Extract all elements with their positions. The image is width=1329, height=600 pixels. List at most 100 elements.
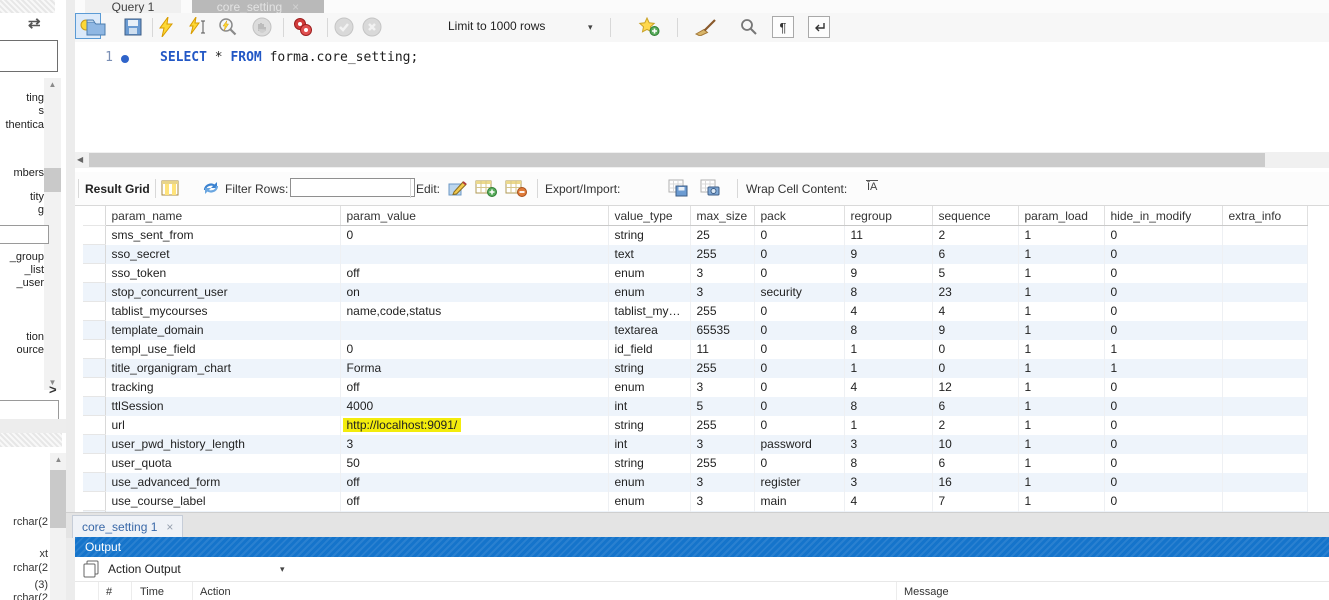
grid-cell[interactable]: stop_concurrent_user bbox=[105, 283, 340, 302]
grid-cell[interactable]: 1 bbox=[1018, 492, 1104, 511]
tab-core-setting[interactable]: core_setting× bbox=[192, 0, 324, 13]
grid-cell[interactable]: url bbox=[105, 416, 340, 435]
grid-cell[interactable]: 0 bbox=[754, 302, 844, 321]
grid-cell[interactable]: 1 bbox=[844, 359, 932, 378]
row-selector[interactable] bbox=[83, 454, 105, 473]
grid-cell[interactable]: 3 bbox=[844, 435, 932, 454]
grid-cell[interactable]: 1 bbox=[1018, 435, 1104, 454]
table-row[interactable]: urlhttp://localhost:9091/string25501210 bbox=[83, 416, 1307, 435]
close-icon[interactable]: × bbox=[292, 0, 299, 13]
tree-item-fragment[interactable]: _user bbox=[0, 277, 44, 289]
grid-cell[interactable]: 1 bbox=[1018, 378, 1104, 397]
grid-cell[interactable]: enum bbox=[608, 283, 690, 302]
grid-cell[interactable]: 0 bbox=[754, 359, 844, 378]
column-header[interactable]: param_load bbox=[1018, 206, 1104, 226]
row-selector[interactable] bbox=[83, 302, 105, 321]
grid-cell[interactable] bbox=[1222, 416, 1307, 435]
grid-cell[interactable]: password bbox=[754, 435, 844, 454]
grid-cell[interactable] bbox=[1222, 283, 1307, 302]
grid-cell[interactable]: 25 bbox=[690, 226, 754, 245]
output-view-selector[interactable]: Action Output bbox=[108, 562, 181, 576]
grid-cell[interactable]: text bbox=[608, 245, 690, 264]
column-header[interactable]: pack bbox=[754, 206, 844, 226]
show-invisibles-icon[interactable]: ¶ bbox=[772, 16, 794, 38]
grid-cell[interactable]: 255 bbox=[690, 416, 754, 435]
table-row[interactable]: title_organigram_chartFormastring2550101… bbox=[83, 359, 1307, 378]
grid-cell[interactable]: ttlSession bbox=[105, 397, 340, 416]
row-selector[interactable] bbox=[83, 435, 105, 454]
grid-cell[interactable]: 1 bbox=[1018, 321, 1104, 340]
grid-cell[interactable]: 0 bbox=[754, 416, 844, 435]
grid-cell[interactable]: 3 bbox=[690, 492, 754, 511]
row-selector[interactable] bbox=[83, 226, 105, 245]
grid-cell[interactable]: 1 bbox=[1018, 283, 1104, 302]
grid-cell[interactable]: 0 bbox=[1104, 283, 1222, 302]
sidebar-search-box[interactable] bbox=[0, 40, 58, 72]
table-row[interactable]: sso_secrettext25509610 bbox=[83, 245, 1307, 264]
grid-cell[interactable]: on bbox=[340, 283, 608, 302]
grid-cell[interactable]: 8 bbox=[844, 321, 932, 340]
grid-cell[interactable] bbox=[1222, 454, 1307, 473]
grid-cell[interactable]: 7 bbox=[932, 492, 1018, 511]
grid-cell[interactable]: int bbox=[608, 435, 690, 454]
delete-row-icon[interactable] bbox=[505, 179, 527, 197]
grid-cell[interactable]: 1 bbox=[844, 340, 932, 359]
grid-cell[interactable]: 0 bbox=[340, 226, 608, 245]
column-header[interactable]: sequence bbox=[932, 206, 1018, 226]
grid-cell[interactable]: 1 bbox=[1104, 359, 1222, 378]
tree-inline-edit-box[interactable] bbox=[0, 225, 49, 244]
grid-cell[interactable]: sso_secret bbox=[105, 245, 340, 264]
grid-cell[interactable]: off bbox=[340, 492, 608, 511]
grid-cell[interactable]: id_field bbox=[608, 340, 690, 359]
grid-cell[interactable] bbox=[1222, 492, 1307, 511]
grid-cell[interactable]: 4000 bbox=[340, 397, 608, 416]
grid-cell[interactable]: 3 bbox=[340, 435, 608, 454]
grid-cell[interactable]: 9 bbox=[844, 245, 932, 264]
row-selector[interactable] bbox=[83, 359, 105, 378]
grid-cell[interactable]: 0 bbox=[1104, 264, 1222, 283]
grid-cell[interactable] bbox=[340, 321, 608, 340]
grid-cell[interactable]: 4 bbox=[844, 378, 932, 397]
row-selector[interactable] bbox=[83, 283, 105, 302]
grid-cell[interactable]: 8 bbox=[844, 397, 932, 416]
grid-cell[interactable]: 0 bbox=[754, 397, 844, 416]
tree-item-fragment[interactable]: tion bbox=[0, 331, 44, 343]
grid-cell[interactable]: 2 bbox=[932, 416, 1018, 435]
grid-cell[interactable]: 1 bbox=[1104, 340, 1222, 359]
chevron-right-icon[interactable]: > bbox=[49, 382, 57, 397]
grid-cell[interactable]: 8 bbox=[844, 454, 932, 473]
grid-cell[interactable] bbox=[1222, 378, 1307, 397]
scroll-left-icon[interactable]: ◀ bbox=[77, 155, 83, 164]
grid-cell[interactable]: enum bbox=[608, 264, 690, 283]
grid-cell[interactable]: string bbox=[608, 359, 690, 378]
grid-cell[interactable]: template_domain bbox=[105, 321, 340, 340]
grid-cell[interactable] bbox=[1222, 302, 1307, 321]
table-row[interactable]: use_advanced_formoffenum3register31610 bbox=[83, 473, 1307, 492]
tree-item-fragment[interactable]: s bbox=[0, 105, 44, 117]
grid-cell[interactable]: 0 bbox=[932, 359, 1018, 378]
grid-cell[interactable]: off bbox=[340, 473, 608, 492]
grid-cell[interactable]: 0 bbox=[1104, 321, 1222, 340]
wrap-text-icon[interactable] bbox=[808, 16, 830, 38]
add-row-icon[interactable] bbox=[475, 179, 497, 197]
grid-cell[interactable]: 8 bbox=[844, 283, 932, 302]
scroll-up-icon[interactable]: ▲ bbox=[50, 453, 67, 467]
execute-statement-icon[interactable] bbox=[188, 17, 208, 37]
grid-cell[interactable]: templ_use_field bbox=[105, 340, 340, 359]
column-header[interactable]: value_type bbox=[608, 206, 690, 226]
sql-statement[interactable]: SELECT * FROM forma.core_setting; bbox=[160, 50, 418, 65]
grid-cell[interactable]: 9 bbox=[844, 264, 932, 283]
tab-query-1[interactable]: Query 1 bbox=[85, 0, 181, 13]
tree-item-fragment[interactable]: g bbox=[0, 204, 44, 216]
grid-cell[interactable]: 65535 bbox=[690, 321, 754, 340]
grid-cell[interactable]: http://localhost:9091/ bbox=[340, 416, 608, 435]
grid-cell[interactable]: 1 bbox=[1018, 226, 1104, 245]
tree-item-fragment[interactable]: mbers bbox=[0, 167, 44, 179]
grid-cell[interactable]: 255 bbox=[690, 454, 754, 473]
table-row[interactable]: stop_concurrent_useronenum3security82310 bbox=[83, 283, 1307, 302]
grid-cell[interactable]: off bbox=[340, 264, 608, 283]
grid-cell[interactable]: 1 bbox=[1018, 264, 1104, 283]
edit-record-icon[interactable] bbox=[448, 179, 468, 197]
grid-cell[interactable]: 1 bbox=[1018, 340, 1104, 359]
tree-item-fragment[interactable]: _list bbox=[0, 264, 44, 276]
